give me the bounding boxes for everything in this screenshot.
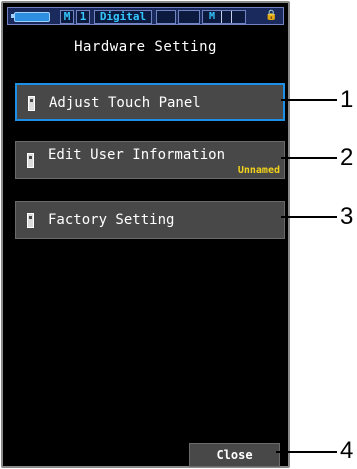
menu-item-label: Edit User Information bbox=[48, 147, 226, 163]
mode-number[interactable]: 1 bbox=[76, 10, 90, 24]
status-slot-2 bbox=[178, 10, 200, 24]
callout-number-2: 2 bbox=[340, 144, 354, 171]
indicator-label: M bbox=[209, 11, 216, 22]
page-title: Hardware Setting bbox=[74, 39, 217, 55]
callout-line-2 bbox=[281, 157, 337, 159]
status-bar: M 1 Digital M 🔒 bbox=[7, 7, 284, 25]
indicator-slot: M bbox=[202, 10, 246, 24]
lock-icon: 🔒 bbox=[265, 10, 278, 21]
menu-item-label: Factory Setting bbox=[48, 212, 175, 228]
callout-number-1: 1 bbox=[340, 86, 354, 113]
callout-line-4 bbox=[276, 451, 337, 453]
battery-icon bbox=[11, 12, 50, 22]
callout-number-3: 3 bbox=[340, 203, 354, 230]
menu-item-label: Adjust Touch Panel bbox=[49, 95, 201, 111]
indicator-tick bbox=[221, 11, 222, 23]
adjust-touch-panel-button[interactable]: Adjust Touch Panel bbox=[15, 83, 285, 121]
factory-setting-button[interactable]: Factory Setting bbox=[15, 201, 285, 239]
camera-type[interactable]: Digital bbox=[94, 10, 152, 24]
callout-number-4: 4 bbox=[340, 437, 354, 464]
callout-line-1 bbox=[281, 99, 337, 101]
mode-letter[interactable]: M bbox=[60, 10, 74, 24]
device-icon bbox=[28, 96, 35, 111]
indicator-tick bbox=[231, 11, 232, 23]
status-slot-1 bbox=[156, 10, 176, 24]
device-screen: M 1 Digital M 🔒 Hardware Setting Adjust … bbox=[1, 1, 290, 468]
device-icon bbox=[27, 153, 34, 168]
user-name-value: Unnamed bbox=[237, 165, 280, 176]
edit-user-information-button[interactable]: Edit User Information Unnamed bbox=[15, 141, 285, 179]
device-icon bbox=[27, 213, 34, 228]
callout-line-3 bbox=[281, 216, 337, 218]
close-button[interactable]: Close bbox=[189, 443, 280, 467]
